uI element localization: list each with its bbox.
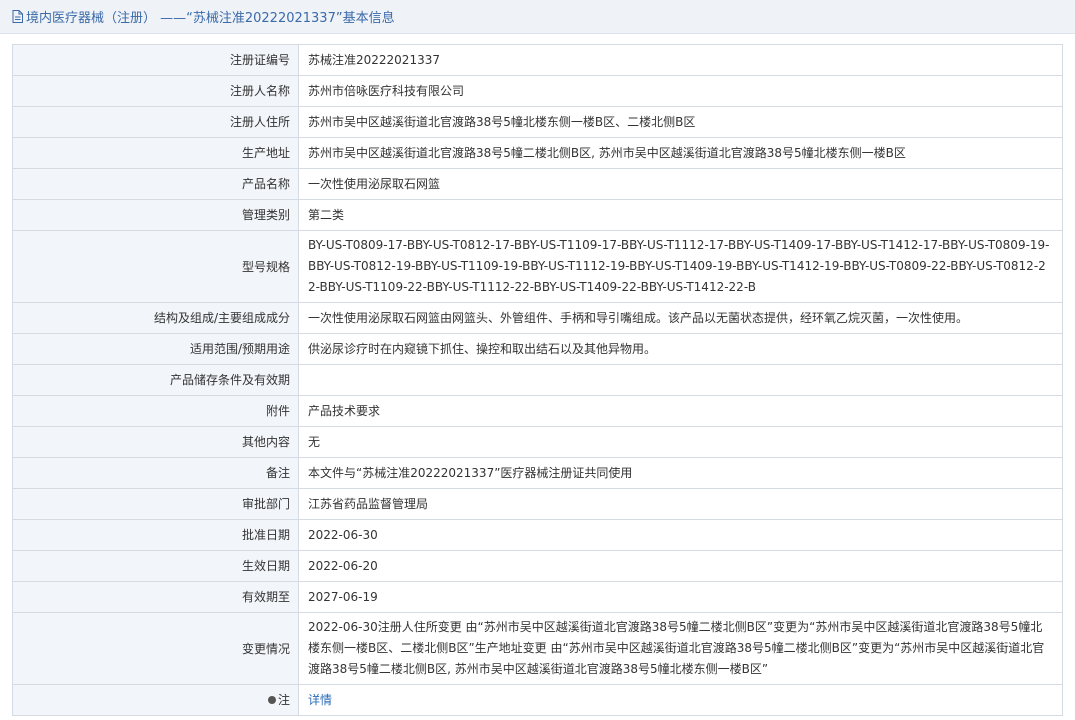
value-structure: 一次性使用泌尿取石网篮由网篮头、外管组件、手柄和导引嘴组成。该产品以无菌状态提供… xyxy=(298,302,1063,334)
label-structure: 结构及组成/主要组成成分 xyxy=(12,302,299,334)
value-intended-use: 供泌尿诊疗时在内窥镜下抓住、操控和取出结石以及其他异物用。 xyxy=(298,333,1063,365)
row-note: 注 详情 xyxy=(12,684,1063,716)
value-reg-number: 苏械注准20222021337 xyxy=(298,44,1063,76)
details-link[interactable]: 详情 xyxy=(308,693,332,707)
row-registrant-address: 注册人住所 苏州市吴中区越溪街道北官渡路38号5幢北楼东侧一楼B区、二楼北侧B区 xyxy=(12,106,1063,138)
value-production-address: 苏州市吴中区越溪街道北官渡路38号5幢二楼北侧B区, 苏州市吴中区越溪街道北官渡… xyxy=(298,137,1063,169)
value-storage xyxy=(298,364,1063,396)
value-other: 无 xyxy=(298,426,1063,458)
device-info-table: 注册证编号 苏械注准20222021337 注册人名称 苏州市倍咏医疗科技有限公… xyxy=(12,44,1063,716)
label-reg-number: 注册证编号 xyxy=(12,44,299,76)
note-label: 注 xyxy=(277,693,290,707)
value-attachment: 产品技术要求 xyxy=(298,395,1063,427)
label-registrant-name: 注册人名称 xyxy=(12,75,299,107)
row-storage: 产品储存条件及有效期 xyxy=(12,364,1063,396)
label-model-spec: 型号规格 xyxy=(12,230,299,303)
row-remarks: 备注 本文件与“苏械注准20222021337”医疗器械注册证共同使用 xyxy=(12,457,1063,489)
label-remarks: 备注 xyxy=(12,457,299,489)
row-reg-number: 注册证编号 苏械注准20222021337 xyxy=(12,44,1063,76)
label-production-address: 生产地址 xyxy=(12,137,299,169)
row-management-class: 管理类别 第二类 xyxy=(12,199,1063,231)
label-approval-dept: 审批部门 xyxy=(12,488,299,520)
row-production-address: 生产地址 苏州市吴中区越溪街道北官渡路38号5幢二楼北侧B区, 苏州市吴中区越溪… xyxy=(12,137,1063,169)
label-effective-date: 生效日期 xyxy=(12,550,299,582)
label-registrant-address: 注册人住所 xyxy=(12,106,299,138)
value-management-class: 第二类 xyxy=(298,199,1063,231)
label-approval-date: 批准日期 xyxy=(12,519,299,551)
value-product-name: 一次性使用泌尿取石网篮 xyxy=(298,168,1063,200)
value-registrant-name: 苏州市倍咏医疗科技有限公司 xyxy=(298,75,1063,107)
row-registrant-name: 注册人名称 苏州市倍咏医疗科技有限公司 xyxy=(12,75,1063,107)
row-intended-use: 适用范围/预期用途 供泌尿诊疗时在内窥镜下抓住、操控和取出结石以及其他异物用。 xyxy=(12,333,1063,365)
value-note: 详情 xyxy=(298,684,1063,716)
row-changes: 变更情况 2022-06-30注册人住所变更 由“苏州市吴中区越溪街道北官渡路3… xyxy=(12,612,1063,685)
row-other: 其他内容 无 xyxy=(12,426,1063,458)
row-effective-date: 生效日期 2022-06-20 xyxy=(12,550,1063,582)
page-header: 境内医疗器械（注册） ——“苏械注准20222021337”基本信息 xyxy=(0,0,1075,34)
value-approval-dept: 江苏省药品监督管理局 xyxy=(298,488,1063,520)
label-storage: 产品储存条件及有效期 xyxy=(12,364,299,396)
label-valid-until: 有效期至 xyxy=(12,581,299,613)
label-management-class: 管理类别 xyxy=(12,199,299,231)
label-intended-use: 适用范围/预期用途 xyxy=(12,333,299,365)
page-title: 境内医疗器械（注册） ——“苏械注准20222021337”基本信息 xyxy=(26,11,395,26)
label-attachment: 附件 xyxy=(12,395,299,427)
label-changes: 变更情况 xyxy=(12,612,299,685)
row-model-spec: 型号规格 BY-US-T0809-17-BBY-US-T0812-17-BBY-… xyxy=(12,230,1063,303)
value-model-spec: BY-US-T0809-17-BBY-US-T0812-17-BBY-US-T1… xyxy=(298,230,1063,303)
row-approval-dept: 审批部门 江苏省药品监督管理局 xyxy=(12,488,1063,520)
value-remarks: 本文件与“苏械注准20222021337”医疗器械注册证共同使用 xyxy=(298,457,1063,489)
row-valid-until: 有效期至 2027-06-19 xyxy=(12,581,1063,613)
document-icon xyxy=(12,10,23,23)
row-product-name: 产品名称 一次性使用泌尿取石网篮 xyxy=(12,168,1063,200)
label-product-name: 产品名称 xyxy=(12,168,299,200)
row-structure: 结构及组成/主要组成成分 一次性使用泌尿取石网篮由网篮头、外管组件、手柄和导引嘴… xyxy=(12,302,1063,334)
value-valid-until: 2027-06-19 xyxy=(298,581,1063,613)
value-approval-date: 2022-06-30 xyxy=(298,519,1063,551)
row-approval-date: 批准日期 2022-06-30 xyxy=(12,519,1063,551)
row-attachment: 附件 产品技术要求 xyxy=(12,395,1063,427)
label-note: 注 xyxy=(12,684,299,716)
value-changes: 2022-06-30注册人住所变更 由“苏州市吴中区越溪街道北官渡路38号5幢二… xyxy=(298,612,1063,685)
value-registrant-address: 苏州市吴中区越溪街道北官渡路38号5幢北楼东侧一楼B区、二楼北侧B区 xyxy=(298,106,1063,138)
bullet-icon xyxy=(267,696,276,704)
value-effective-date: 2022-06-20 xyxy=(298,550,1063,582)
label-other: 其他内容 xyxy=(12,426,299,458)
